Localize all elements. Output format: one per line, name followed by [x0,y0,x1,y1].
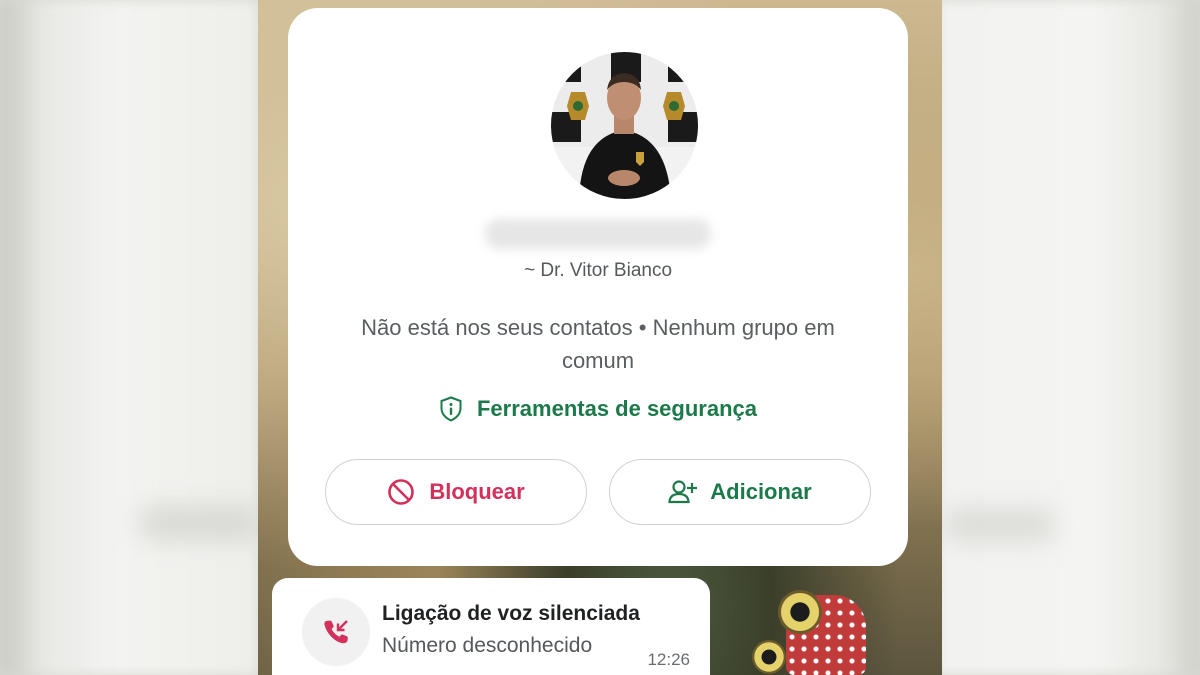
block-circle-icon [387,478,415,506]
add-contact-button[interactable]: Adicionar [609,459,871,525]
safety-tools-link[interactable]: Ferramentas de segurança [288,392,908,426]
blurred-text-right [945,508,1055,542]
safety-tools-label: Ferramentas de segurança [476,396,758,421]
background-left-panel [0,0,258,675]
background-right-panel [938,0,1200,675]
contact-status-info: Não está nos seus contatos • Nenhum grup… [361,315,835,373]
silenced-call-message[interactable]: Ligação de voz silenciada Número desconh… [272,578,710,675]
phone-number-redacted [485,219,711,249]
block-button-label: Bloquear [429,479,525,504]
missed-call-icon [302,598,370,666]
block-button[interactable]: Bloquear [325,459,587,525]
profile-photo [551,52,698,199]
contact-info-card: ~ Dr. Vitor Bianco Não está nos seus con… [288,8,908,566]
add-person-icon [668,478,698,506]
call-message-title: Ligação de voz silenciada [382,602,640,625]
contact-nickname: ~ Dr. Vitor Bianco [523,260,673,281]
add-contact-label: Adicionar [710,479,812,504]
wallpaper-owl-eye [778,590,822,634]
avatar[interactable] [551,52,698,199]
blurred-text-left [140,505,260,541]
shield-info-icon [439,396,463,422]
wallpaper-owl-eye [752,640,786,674]
message-timestamp: 12:26 [647,650,690,669]
call-message-subtitle: Número desconhecido [382,634,593,657]
